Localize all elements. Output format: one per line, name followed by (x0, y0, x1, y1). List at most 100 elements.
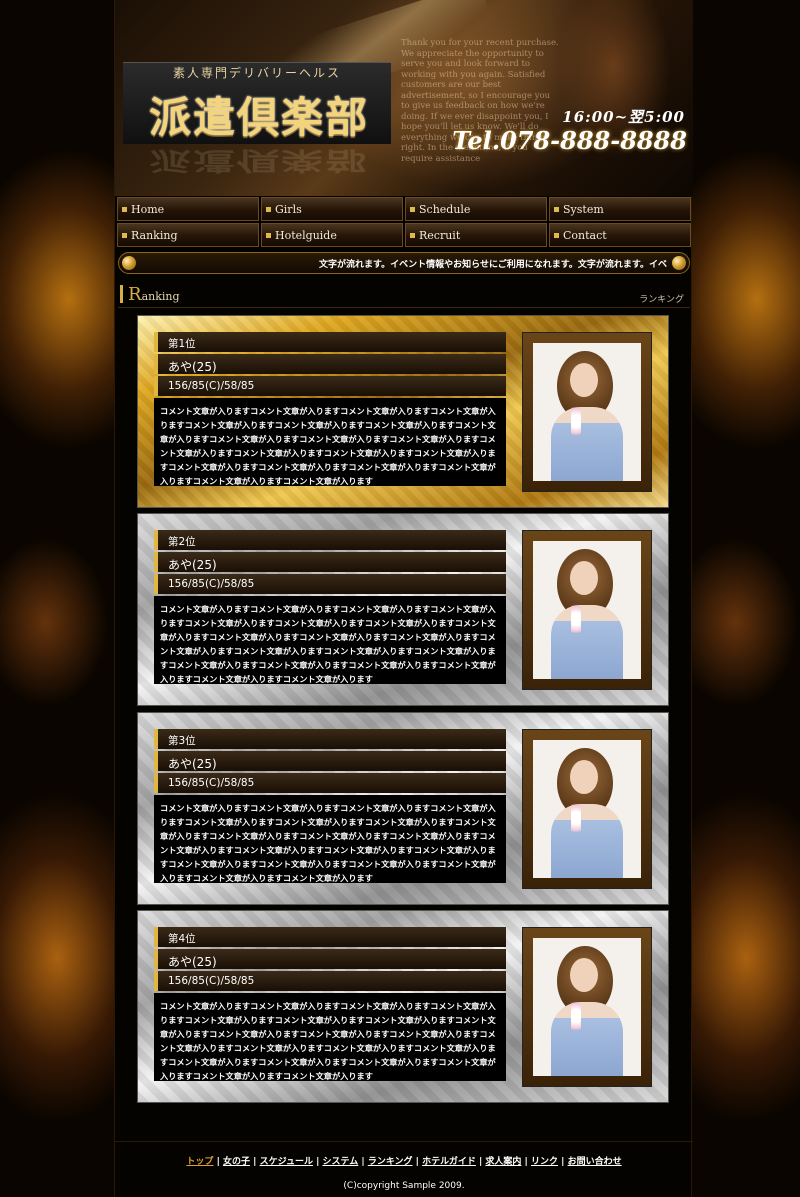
ticker-left-orb-icon (122, 256, 136, 270)
ranking-card-3[interactable]: 第3位 あや(25) 156/85(C)/58/85 コメント文章が入りますコメ… (137, 712, 669, 905)
photo-body (551, 605, 623, 679)
photo-flower (571, 798, 581, 838)
girl-size: 156/85(C)/58/85 (154, 574, 506, 594)
girl-size: 156/85(C)/58/85 (154, 376, 506, 396)
nav-item-recruit[interactable]: Recruit (405, 223, 547, 247)
nav-item-schedule[interactable]: Schedule (405, 197, 547, 221)
section-title-rest: anking (141, 290, 180, 303)
nav-label: System (563, 202, 604, 216)
nav-label: Girls (275, 202, 302, 216)
bullet-icon (410, 206, 415, 212)
footer-link-top[interactable]: トップ (186, 1157, 213, 1167)
footer-nav: トップ | 女の子 | スケジュール | システム | ランキング | ホテルガ… (186, 1157, 622, 1167)
girl-name: あや(25) (154, 751, 506, 771)
girl-name: あや(25) (154, 949, 506, 969)
business-hours: 16:00~翌5:00 (562, 108, 685, 126)
photo-image (533, 938, 641, 1076)
site-header: 素人専門デリバリーヘルス 派遣倶楽部 派遣倶楽部 Thank you for y… (115, 0, 693, 196)
right-decoration (692, 0, 800, 1197)
footer-link-links[interactable]: リンク (531, 1157, 558, 1167)
nav-label: Hotelguide (275, 228, 337, 242)
ranking-info: 第2位 あや(25) 156/85(C)/58/85 コメント文章が入りますコメ… (154, 530, 506, 684)
logo-reflection: 派遣倶楽部 (148, 146, 369, 176)
photo-body (551, 804, 623, 878)
section-title-initial: R (128, 284, 142, 305)
rank-label: 第2位 (154, 530, 506, 550)
nav-item-system[interactable]: System (549, 197, 691, 221)
ticker-text: 文字が流れます。イベント情報やお知らせにご利用になれます。文字が流れます。イベ (319, 260, 667, 270)
bullet-icon (554, 206, 559, 212)
nav-label: Recruit (419, 228, 461, 242)
photo-image (533, 740, 641, 878)
girl-name: あや(25) (154, 552, 506, 572)
photo-flower (571, 599, 581, 639)
girl-comment: コメント文章が入りますコメント文章が入りますコメント文章が入りますコメント文章が… (154, 795, 506, 883)
nav-item-girls[interactable]: Girls (261, 197, 403, 221)
girl-photo[interactable] (522, 927, 652, 1087)
ticker-right-orb-icon (672, 256, 686, 270)
section-title: Ranking (128, 284, 180, 305)
section-header: Ranking ランキング (118, 282, 690, 308)
photo-face (570, 760, 598, 794)
girl-photo[interactable] (522, 530, 652, 690)
news-ticker: 文字が流れます。イベント情報やお知らせにご利用になれます。文字が流れます。イベ (118, 252, 690, 274)
section-accent-bar (120, 285, 123, 303)
photo-image (533, 343, 641, 481)
bullet-icon (554, 232, 559, 238)
nav-item-contact[interactable]: Contact (549, 223, 691, 247)
girl-comment: コメント文章が入りますコメント文章が入りますコメント文章が入りますコメント文章が… (154, 398, 506, 486)
girl-size: 156/85(C)/58/85 (154, 971, 506, 991)
girl-photo[interactable] (522, 332, 652, 492)
nav-label: Contact (563, 228, 607, 242)
nav-label: Ranking (131, 228, 178, 242)
section-title-jp: ランキング (639, 295, 684, 305)
footer-link-schedule[interactable]: スケジュール (260, 1157, 313, 1167)
footer-link-recruit[interactable]: 求人案内 (485, 1157, 521, 1167)
photo-flower (571, 996, 581, 1036)
bullet-icon (410, 232, 415, 238)
rank-label: 第1位 (154, 332, 506, 352)
nav-item-hotelguide[interactable]: Hotelguide (261, 223, 403, 247)
ranking-info: 第4位 あや(25) 156/85(C)/58/85 コメント文章が入りますコメ… (154, 927, 506, 1081)
nav-item-home[interactable]: Home (117, 197, 259, 221)
bullet-icon (266, 232, 271, 238)
ranking-card-1[interactable]: 第1位 あや(25) 156/85(C)/58/85 コメント文章が入りますコメ… (137, 315, 669, 508)
copyright: (C)copyright Sample 2009. (343, 1181, 465, 1191)
footer-divider (115, 1141, 693, 1142)
photo-image (533, 541, 641, 679)
main-nav: Home Girls Schedule System Ranking Hotel… (117, 197, 691, 247)
girl-comment: コメント文章が入りますコメント文章が入りますコメント文章が入りますコメント文章が… (154, 596, 506, 684)
photo-flower (571, 401, 581, 441)
bullet-icon (122, 232, 127, 238)
page-container: 素人専門デリバリーヘルス 派遣倶楽部 派遣倶楽部 Thank you for y… (114, 0, 693, 1197)
site-logo[interactable]: 派遣倶楽部 (125, 84, 393, 145)
left-decoration (0, 0, 114, 1197)
bullet-icon (266, 206, 271, 212)
girl-photo[interactable] (522, 729, 652, 889)
nav-item-ranking[interactable]: Ranking (117, 223, 259, 247)
girl-comment: コメント文章が入りますコメント文章が入りますコメント文章が入りますコメント文章が… (154, 993, 506, 1081)
footer-link-contact[interactable]: お問い合わせ (568, 1157, 622, 1167)
bullet-icon (122, 206, 127, 212)
nav-label: Schedule (419, 202, 471, 216)
logo-subtitle: 素人専門デリバリーヘルス (172, 66, 341, 80)
nav-label: Home (131, 202, 165, 216)
photo-body (551, 407, 623, 481)
rank-label: 第4位 (154, 927, 506, 947)
footer-link-hotelguide[interactable]: ホテルガイド (422, 1157, 476, 1167)
ranking-card-4[interactable]: 第4位 あや(25) 156/85(C)/58/85 コメント文章が入りますコメ… (137, 910, 669, 1103)
ranking-card-2[interactable]: 第2位 あや(25) 156/85(C)/58/85 コメント文章が入りますコメ… (137, 513, 669, 706)
girl-size: 156/85(C)/58/85 (154, 773, 506, 793)
photo-face (570, 958, 598, 992)
rank-label: 第3位 (154, 729, 506, 749)
photo-body (551, 1002, 623, 1076)
footer-link-ranking[interactable]: ランキング (368, 1157, 413, 1167)
phone-number[interactable]: Tel.078-888-8888 (452, 126, 687, 155)
photo-face (570, 363, 598, 397)
ranking-info: 第1位 あや(25) 156/85(C)/58/85 コメント文章が入りますコメ… (154, 332, 506, 486)
footer-link-system[interactable]: システム (323, 1157, 359, 1167)
ranking-info: 第3位 あや(25) 156/85(C)/58/85 コメント文章が入りますコメ… (154, 729, 506, 883)
girl-name: あや(25) (154, 354, 506, 374)
photo-face (570, 561, 598, 595)
footer-link-girls[interactable]: 女の子 (223, 1157, 250, 1167)
